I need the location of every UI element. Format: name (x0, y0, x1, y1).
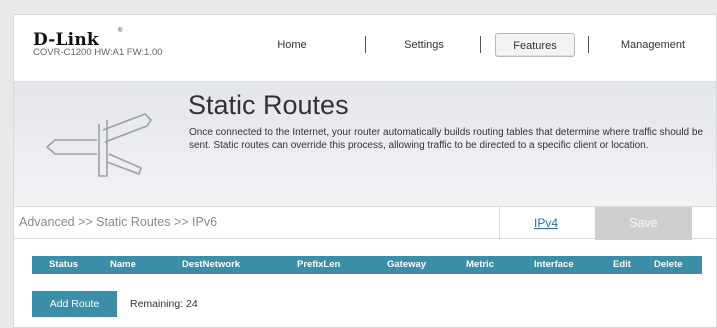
page-description: Once connected to the Internet, your rou… (189, 127, 703, 151)
routes-table-header: Status Name DestNetwork PrefixLen Gatewa… (32, 256, 702, 274)
column-prefixlen: PrefixLen (297, 259, 341, 270)
nav-divider (365, 36, 366, 53)
signpost-icon (41, 110, 161, 185)
nav-settings[interactable]: Settings (390, 33, 458, 57)
ipv4-link[interactable]: IPv4 (534, 216, 558, 230)
nav-divider (588, 36, 589, 53)
column-name: Name (110, 259, 136, 270)
column-interface: Interface (534, 259, 574, 270)
column-edit: Edit (613, 259, 631, 270)
main-frame: D-Link ® COVR-C1200 HW:A1 FW:1.00 Home S… (13, 14, 717, 328)
divider (499, 207, 500, 240)
breadcrumb: Advanced >> Static Routes >> IPv6 (19, 215, 218, 229)
column-delete: Delete (654, 259, 683, 270)
column-destnetwork: DestNetwork (182, 259, 241, 270)
nav-features[interactable]: Features (495, 33, 575, 57)
column-gateway: Gateway (387, 259, 427, 270)
column-status: Status (49, 259, 79, 270)
save-button[interactable]: Save (595, 207, 692, 240)
top-nav: Home Settings Features Management (14, 33, 716, 59)
page-banner: Static Routes Once connected to the Inte… (14, 81, 716, 206)
remaining-count: Remaining: 24 (130, 298, 198, 310)
add-route-button[interactable]: Add Route (32, 291, 117, 317)
page-title: Static Routes (188, 90, 349, 120)
column-metric: Metric (466, 259, 494, 270)
nav-divider (480, 36, 481, 53)
nav-management[interactable]: Management (601, 33, 705, 57)
header: D-Link ® COVR-C1200 HW:A1 FW:1.00 Home S… (14, 15, 716, 81)
breadcrumb-bar: Advanced >> Static Routes >> IPv6 IPv4 S… (14, 206, 716, 240)
nav-home[interactable]: Home (262, 33, 322, 57)
